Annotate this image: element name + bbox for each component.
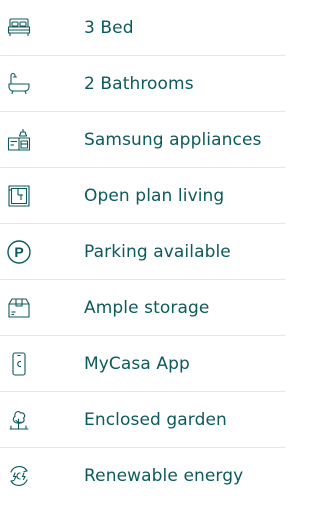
feature-label: Samsung appliances <box>84 129 262 150</box>
feature-item-app: MyCasa App <box>0 336 286 392</box>
feature-item-appliances: Samsung appliances <box>0 112 286 168</box>
garden-tree-icon <box>6 407 32 433</box>
kitchen-appliances-icon <box>6 127 32 153</box>
mobile-app-icon <box>6 351 32 377</box>
feature-label: 3 Bed <box>84 17 134 38</box>
feature-label: Renewable energy <box>84 466 244 486</box>
feature-item-bathrooms: 2 Bathrooms <box>0 56 286 112</box>
feature-item-open-plan: Open plan living <box>0 168 286 224</box>
renewable-energy-icon <box>6 463 32 489</box>
feature-label: Enclosed garden <box>84 409 227 430</box>
feature-item-energy: Renewable energy <box>0 448 286 504</box>
parking-icon: P <box>6 239 32 265</box>
feature-label: Open plan living <box>84 185 225 206</box>
bathtub-icon <box>6 71 32 97</box>
feature-label: Parking available <box>84 241 231 262</box>
bed-icon <box>6 15 32 41</box>
svg-text:P: P <box>14 244 23 260</box>
floor-plan-icon <box>6 183 32 209</box>
feature-item-parking: P Parking available <box>0 224 286 280</box>
feature-item-garden: Enclosed garden <box>0 392 286 448</box>
property-features-list: 3 Bed 2 Bathrooms Samsung appliances Ope… <box>0 0 286 504</box>
feature-label: 2 Bathrooms <box>84 73 194 94</box>
feature-item-storage: Ample storage <box>0 280 286 336</box>
feature-label: Ample storage <box>84 297 210 318</box>
storage-box-icon <box>6 295 32 321</box>
feature-label: MyCasa App <box>84 353 190 374</box>
feature-item-bed: 3 Bed <box>0 0 286 56</box>
